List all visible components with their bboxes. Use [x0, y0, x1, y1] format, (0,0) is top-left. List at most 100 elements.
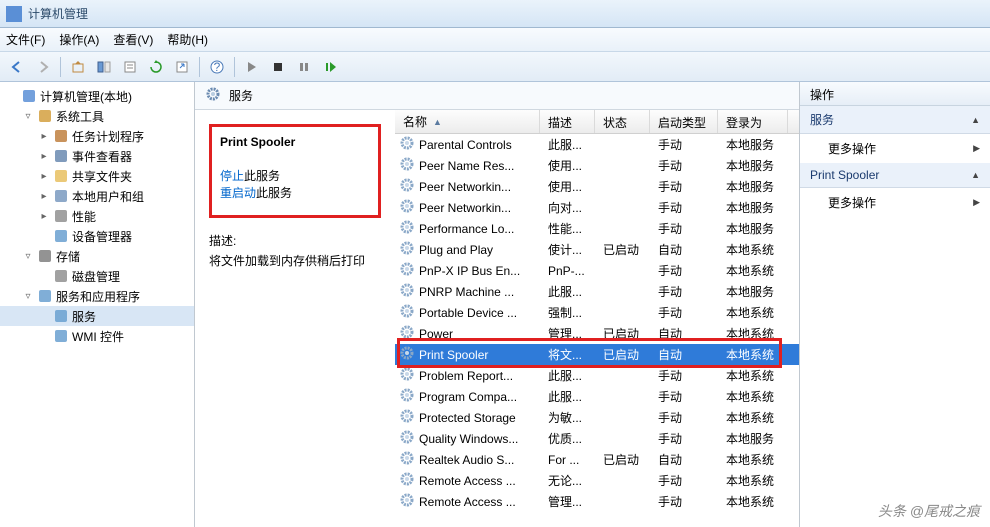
col-logon[interactable]: 登录为	[718, 110, 788, 133]
tree-label: 服务和应用程序	[56, 288, 140, 305]
cell-logon: 本地服务	[718, 220, 788, 237]
cell-desc: 强制...	[540, 304, 595, 321]
actions-more-1[interactable]: 更多操作▶	[800, 134, 990, 163]
twisty-icon: ▸	[38, 131, 50, 142]
tree-item-任务计划程序[interactable]: ▸ 任务计划程序	[0, 126, 194, 146]
cell-logon: 本地服务	[718, 178, 788, 195]
back-button[interactable]	[6, 56, 28, 78]
cell-startup: 手动	[650, 199, 718, 216]
cell-desc: 向对...	[540, 199, 595, 216]
twisty-icon: ▸	[38, 211, 50, 222]
tree-label: 磁盘管理	[72, 268, 120, 285]
forward-button[interactable]	[32, 56, 54, 78]
service-row[interactable]: Power管理...已启动自动本地系统	[395, 323, 799, 344]
actions-section-selected[interactable]: Print Spooler▲	[800, 163, 990, 188]
tree-item-服务和应用程序[interactable]: ▿服务和应用程序	[0, 286, 194, 306]
service-row[interactable]: Portable Device ...强制...手动本地系统	[395, 302, 799, 323]
cell-desc: 使用...	[540, 178, 595, 195]
service-row[interactable]: Peer Name Res...使用...手动本地服务	[395, 155, 799, 176]
actions-section-services[interactable]: 服务▲	[800, 106, 990, 134]
service-row[interactable]: Performance Lo...性能...手动本地服务	[395, 218, 799, 239]
export-button[interactable]	[171, 56, 193, 78]
middle-header: 服务	[195, 82, 799, 110]
titlebar: 计算机管理	[0, 0, 990, 28]
restart-button[interactable]	[319, 56, 341, 78]
show-hide-button[interactable]	[93, 56, 115, 78]
tree-item-磁盘管理[interactable]: 磁盘管理	[0, 266, 194, 286]
cell-logon: 本地系统	[718, 346, 788, 363]
tree-item-存储[interactable]: ▿存储	[0, 246, 194, 266]
tree-item-WMI 控件[interactable]: WMI 控件	[0, 326, 194, 346]
service-row[interactable]: Peer Networkin...使用...手动本地服务	[395, 176, 799, 197]
service-row[interactable]: Peer Networkin...向对...手动本地服务	[395, 197, 799, 218]
col-desc[interactable]: 描述	[540, 110, 595, 133]
gear-icon	[399, 429, 415, 448]
service-row[interactable]: Protected Storage为敏...手动本地系统	[395, 407, 799, 428]
actions-more-2[interactable]: 更多操作▶	[800, 188, 990, 217]
clock-icon	[53, 128, 69, 144]
service-row[interactable]: Quality Windows...优质...手动本地服务	[395, 428, 799, 449]
service-name: Print Spooler	[220, 135, 370, 149]
gear-icon	[399, 324, 415, 343]
menu-view[interactable]: 查看(V)	[113, 31, 153, 48]
play-button[interactable]	[241, 56, 263, 78]
cell-name: PnP-X IP Bus En...	[419, 264, 520, 278]
cell-startup: 手动	[650, 262, 718, 279]
service-list[interactable]: 名称▲ 描述 状态 启动类型 登录为 Parental Controls 此服..…	[395, 110, 799, 527]
cell-desc: 此服...	[540, 283, 595, 300]
service-row[interactable]: Program Compa...此服...手动本地系统	[395, 386, 799, 407]
menu-help[interactable]: 帮助(H)	[167, 31, 208, 48]
help-button[interactable]: ?	[206, 56, 228, 78]
cell-startup: 手动	[650, 178, 718, 195]
properties-button[interactable]	[119, 56, 141, 78]
service-row[interactable]: PnP-X IP Bus En...PnP-...手动本地系统	[395, 260, 799, 281]
col-start[interactable]: 启动类型	[650, 110, 718, 133]
tree-item-共享文件夹[interactable]: ▸共享文件夹	[0, 166, 194, 186]
service-row[interactable]: Parental Controls此服...手动本地服务	[395, 134, 799, 155]
main-body: 计算机管理(本地)▿系统工具▸任务计划程序▸事件查看器▸共享文件夹▸本地用户和组…	[0, 82, 990, 527]
cell-status: 已启动	[595, 346, 650, 363]
svg-text:?: ?	[214, 60, 221, 74]
tree-item-设备管理器[interactable]: 设备管理器	[0, 226, 194, 246]
service-row[interactable]: Plug and Play使计...已启动自动本地系统	[395, 239, 799, 260]
cell-name: Parental Controls	[419, 138, 512, 152]
col-name[interactable]: 名称▲	[395, 110, 540, 133]
mgmt-icon	[21, 88, 37, 104]
pause-button[interactable]	[293, 56, 315, 78]
cell-name: Problem Report...	[419, 369, 513, 383]
refresh-button[interactable]	[145, 56, 167, 78]
tree-item-服务[interactable]: 服务	[0, 306, 194, 326]
restart-line: 重启动此服务	[220, 184, 370, 201]
stop-button[interactable]	[267, 56, 289, 78]
tree-item-计算机管理(本地)[interactable]: 计算机管理(本地)	[0, 86, 194, 106]
tree-item-系统工具[interactable]: ▿系统工具	[0, 106, 194, 126]
tree-label: 系统工具	[56, 108, 104, 125]
tree-label: 性能	[72, 208, 96, 225]
list-header[interactable]: 名称▲ 描述 状态 启动类型 登录为	[395, 110, 799, 134]
tree-item-性能[interactable]: ▸ 性能	[0, 206, 194, 226]
tree-label: 本地用户和组	[72, 188, 144, 205]
service-row[interactable]: Print Spooler将文...已启动自动本地系统	[395, 344, 799, 365]
service-row[interactable]: Realtek Audio S...For ...已启动自动本地系统	[395, 449, 799, 470]
menu-file[interactable]: 文件(F)	[6, 31, 45, 48]
cell-desc: 此服...	[540, 136, 595, 153]
up-button[interactable]	[67, 56, 89, 78]
service-row[interactable]: Problem Report...此服...手动本地系统	[395, 365, 799, 386]
twisty-icon: ▸	[38, 151, 50, 162]
service-row[interactable]: PNRP Machine ...此服...手动本地服务	[395, 281, 799, 302]
restart-link[interactable]: 重启动	[220, 186, 256, 200]
tree-label: 任务计划程序	[72, 128, 144, 145]
cell-name: Portable Device ...	[419, 306, 517, 320]
tree-item-本地用户和组[interactable]: ▸本地用户和组	[0, 186, 194, 206]
tree-pane[interactable]: 计算机管理(本地)▿系统工具▸任务计划程序▸事件查看器▸共享文件夹▸本地用户和组…	[0, 82, 195, 527]
tree-item-事件查看器[interactable]: ▸事件查看器	[0, 146, 194, 166]
cell-logon: 本地系统	[718, 325, 788, 342]
detail-highlight-box: Print Spooler 停止此服务 重启动此服务	[209, 124, 381, 218]
cell-status: 已启动	[595, 325, 650, 342]
service-row[interactable]: Remote Access ...管理...手动本地系统	[395, 491, 799, 512]
service-row[interactable]: Remote Access ...无论...手动本地系统	[395, 470, 799, 491]
col-stat[interactable]: 状态	[595, 110, 650, 133]
menu-action[interactable]: 操作(A)	[59, 31, 99, 48]
cell-name: Realtek Audio S...	[419, 453, 514, 467]
stop-link[interactable]: 停止	[220, 169, 244, 183]
